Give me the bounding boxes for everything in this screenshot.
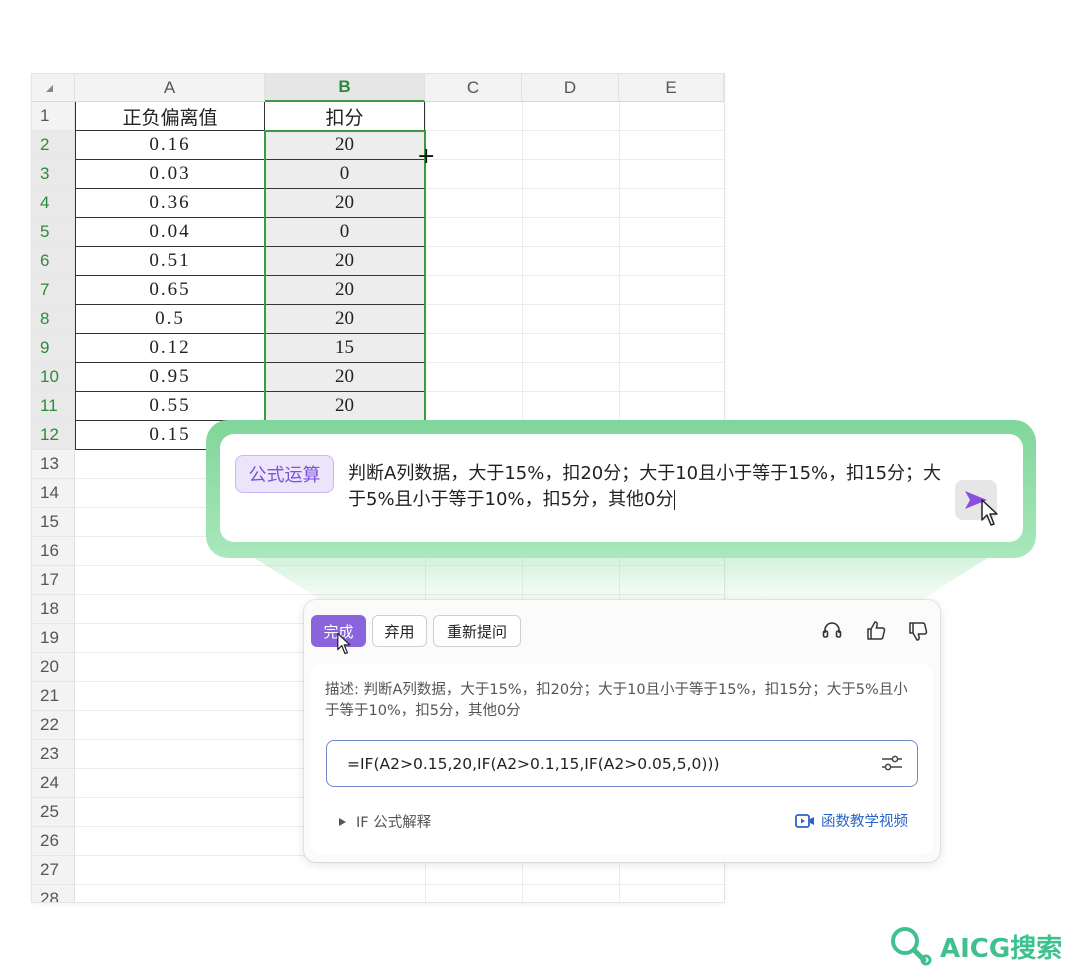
grid-line: [75, 884, 724, 885]
formula-description: 描述: 判断A列数据，大于15%，扣20分；大于10且小于等于15%，扣15分；…: [325, 682, 908, 719]
column-header-a[interactable]: A: [75, 74, 265, 102]
brand-watermark: AICG搜索: [888, 924, 1062, 968]
row-header-28[interactable]: 28: [32, 885, 75, 902]
cell-b9[interactable]: 15: [265, 334, 425, 363]
row-header-21[interactable]: 21: [32, 682, 75, 711]
headset-icon[interactable]: [820, 619, 844, 643]
row-header-2[interactable]: 2: [32, 131, 75, 160]
cell-b10[interactable]: 20: [265, 363, 425, 392]
cell-b5[interactable]: 0: [265, 218, 425, 247]
formula-text[interactable]: =IF(A2>0.15,20,IF(A2>0.1,15,IF(A2>0.05,5…: [347, 755, 720, 773]
column-header-e[interactable]: E: [619, 74, 724, 102]
cell-a2[interactable]: 0.16: [75, 131, 265, 160]
row-header-6[interactable]: 6: [32, 247, 75, 276]
cell-a8[interactable]: 0.5: [75, 305, 265, 334]
cell-b7[interactable]: 20: [265, 276, 425, 305]
row-header-17[interactable]: 17: [32, 566, 75, 595]
cell-b8[interactable]: 20: [265, 305, 425, 334]
row-header-27[interactable]: 27: [32, 856, 75, 885]
select-all-icon: [46, 85, 53, 92]
cell-a9[interactable]: 0.12: [75, 334, 265, 363]
cell-a4[interactable]: 0.36: [75, 189, 265, 218]
formula-explanation-label: IF 公式解释: [356, 815, 432, 831]
column-header-b[interactable]: B: [265, 74, 425, 102]
mouse-pointer-icon: [981, 499, 998, 526]
cell-b4[interactable]: 20: [265, 189, 425, 218]
select-all-corner[interactable]: [32, 74, 75, 102]
cell-a5[interactable]: 0.04: [75, 218, 265, 247]
crosshair-cursor-icon: +: [417, 144, 436, 169]
row-header-26[interactable]: 26: [32, 827, 75, 856]
thumbs-up-icon[interactable]: [864, 619, 888, 643]
discard-button[interactable]: 弃用: [372, 615, 427, 647]
cell-a6[interactable]: 0.51: [75, 247, 265, 276]
row-header-5[interactable]: 5: [32, 218, 75, 247]
mouse-pointer-icon: [337, 633, 351, 655]
cell-a11[interactable]: 0.55: [75, 392, 265, 421]
cell-b11[interactable]: 20: [265, 392, 425, 421]
reask-button[interactable]: 重新提问: [433, 615, 521, 647]
row-header-16[interactable]: 16: [32, 537, 75, 566]
row-header-13[interactable]: 13: [32, 450, 75, 479]
prompt-text[interactable]: 判断A列数据，大于15%，扣20分；大于10且小于等于15%，扣15分；大于5%…: [348, 461, 948, 513]
expand-triangle-icon: [339, 817, 346, 826]
cell-a3[interactable]: 0.03: [75, 160, 265, 189]
row-header-1[interactable]: 1: [32, 102, 75, 131]
video-icon: [795, 813, 814, 828]
tutorial-video-link[interactable]: 函数教学视频: [795, 810, 908, 831]
row-header-14[interactable]: 14: [32, 479, 75, 508]
cell-a7[interactable]: 0.65: [75, 276, 265, 305]
settings-sliders-icon[interactable]: [880, 752, 904, 774]
formula-mode-tag[interactable]: 公式运算: [235, 455, 334, 493]
row-header-20[interactable]: 20: [32, 653, 75, 682]
row-header-4[interactable]: 4: [32, 189, 75, 218]
cell-a10[interactable]: 0.95: [75, 363, 265, 392]
column-header-c[interactable]: C: [425, 74, 522, 102]
row-header-18[interactable]: 18: [32, 595, 75, 624]
row-header-9[interactable]: 9: [32, 334, 75, 363]
row-header-12[interactable]: 12: [32, 421, 75, 450]
cell-b3[interactable]: 0: [265, 160, 425, 189]
cell-b2[interactable]: 20: [265, 131, 425, 160]
prompt-text-value: 判断A列数据，大于15%，扣20分；大于10且小于等于15%，扣15分；大于5%…: [348, 463, 942, 510]
row-header-11[interactable]: 11: [32, 392, 75, 421]
thumbs-down-icon[interactable]: [906, 619, 930, 643]
row-header-25[interactable]: 25: [32, 798, 75, 827]
formula-explanation-toggle[interactable]: IF 公式解释: [338, 811, 431, 832]
tutorial-video-label: 函数教学视频: [821, 814, 908, 830]
row-header-3[interactable]: 3: [32, 160, 75, 189]
row-header-15[interactable]: 15: [32, 508, 75, 537]
row-header-10[interactable]: 10: [32, 363, 75, 392]
column-header-d[interactable]: D: [522, 74, 619, 102]
cell-b1[interactable]: 扣分: [265, 102, 425, 131]
search-logo-icon: [891, 927, 932, 966]
cell-a1[interactable]: 正负偏离值: [75, 102, 265, 131]
text-caret: [674, 490, 676, 510]
cell-b6[interactable]: 20: [265, 247, 425, 276]
brand-name: AICG搜索: [940, 933, 1063, 964]
row-header-19[interactable]: 19: [32, 624, 75, 653]
row-header-7[interactable]: 7: [32, 276, 75, 305]
row-header-24[interactable]: 24: [32, 769, 75, 798]
row-header-8[interactable]: 8: [32, 305, 75, 334]
row-header-22[interactable]: 22: [32, 711, 75, 740]
row-header-23[interactable]: 23: [32, 740, 75, 769]
